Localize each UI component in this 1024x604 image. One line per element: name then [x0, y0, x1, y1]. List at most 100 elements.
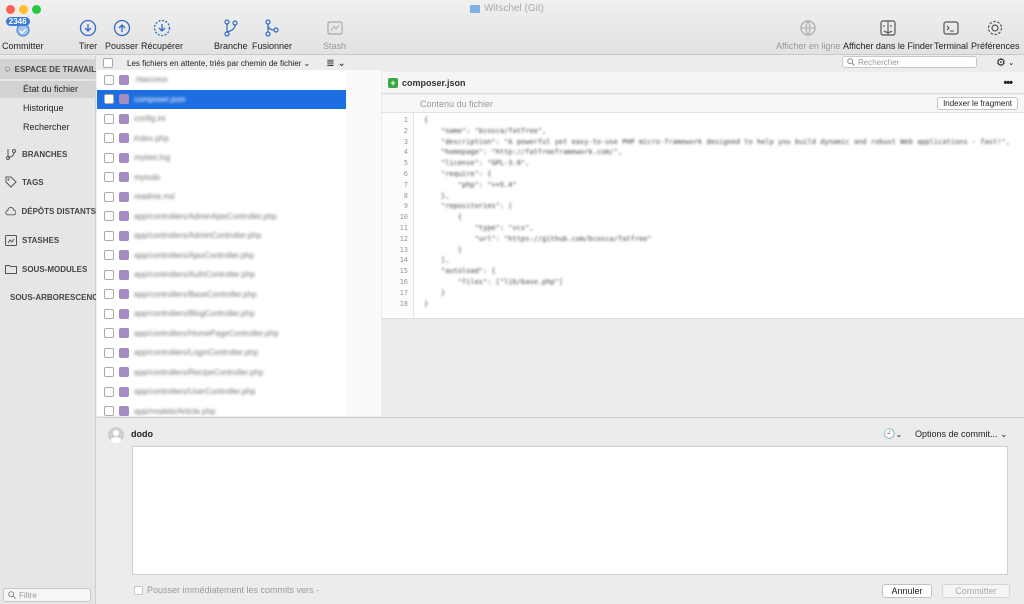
- sidebar-branches[interactable]: BRANCHES: [0, 144, 96, 164]
- file-row-main[interactable]: mytodo: [97, 168, 347, 187]
- search-icon: [8, 591, 16, 599]
- stage-file-checkbox[interactable]: [104, 133, 114, 143]
- sidebar-workspace[interactable]: ESPACE DE TRAVAIL: [0, 59, 96, 79]
- stage-file-checkbox[interactable]: [104, 289, 114, 299]
- terminal-button[interactable]: Terminal: [934, 18, 968, 51]
- file-row-main[interactable]: .htaccess: [97, 70, 347, 89]
- code-line: "repositories": [: [424, 202, 513, 211]
- push-button[interactable]: Pousser: [105, 18, 138, 51]
- file-row[interactable]: app/controllers/UserController.php•••: [97, 382, 380, 401]
- file-row[interactable]: .htaccess•••: [97, 70, 380, 89]
- stage-file-checkbox[interactable]: [104, 230, 114, 241]
- file-row-main[interactable]: app/models/Article.php: [97, 402, 347, 416]
- diff-more-button[interactable]: •••: [1003, 77, 1013, 89]
- sidebar-item-file-status[interactable]: État du fichier: [0, 81, 96, 98]
- close-window-button[interactable]: [6, 5, 15, 14]
- stage-file-checkbox[interactable]: [104, 172, 114, 182]
- preferences-button[interactable]: Préférences: [971, 18, 1020, 51]
- sidebar-item-history[interactable]: Historique: [23, 103, 64, 113]
- stage-file-checkbox[interactable]: [104, 347, 114, 358]
- file-row[interactable]: index.php•••: [97, 129, 380, 148]
- file-row[interactable]: readme.md•••: [97, 187, 380, 206]
- stage-file-checkbox[interactable]: [104, 308, 114, 319]
- stage-file-checkbox[interactable]: [104, 113, 114, 124]
- file-row-main[interactable]: composer.json: [97, 89, 347, 109]
- file-row[interactable]: app/controllers/AjaxController.php•••: [97, 246, 380, 265]
- file-row-main[interactable]: config.ini: [97, 109, 347, 128]
- fetch-button[interactable]: Récupérer: [141, 18, 183, 51]
- file-row-main[interactable]: app/controllers/UserController.php: [97, 382, 347, 401]
- cancel-button[interactable]: Annuler: [882, 584, 932, 598]
- file-row[interactable]: mytodo•••: [97, 168, 380, 187]
- sidebar-remotes[interactable]: DÉPÔTS DISTANTS: [0, 201, 96, 221]
- file-row[interactable]: app/controllers/HomePageController.php••…: [97, 324, 380, 343]
- preferences-label: Préférences: [971, 41, 1020, 51]
- stage-file-checkbox[interactable]: [104, 94, 114, 104]
- file-row-main[interactable]: app/controllers/RecipeController.php: [97, 363, 347, 382]
- show-in-finder-button[interactable]: Afficher dans le Finder: [843, 18, 933, 51]
- zoom-window-button[interactable]: [32, 5, 41, 14]
- commit-options-dropdown[interactable]: Options de commit... ⌄: [915, 429, 1008, 440]
- file-row-main[interactable]: app/controllers/LoginController.php: [97, 343, 347, 362]
- sidebar-stashes[interactable]: STASHES: [0, 230, 96, 250]
- file-row-main[interactable]: mylast.log: [97, 148, 347, 167]
- actions-gear-button[interactable]: ⚙ ⌄: [996, 56, 1015, 69]
- sidebar-filter-input[interactable]: Filtre: [3, 588, 91, 602]
- commit-message-textarea[interactable]: [132, 446, 1008, 575]
- merge-button[interactable]: Fusionner: [252, 18, 292, 51]
- stage-file-checkbox[interactable]: [104, 328, 114, 338]
- stage-file-checkbox[interactable]: [104, 386, 114, 397]
- file-row-main[interactable]: app/controllers/AdminAjaxController.php: [97, 207, 347, 226]
- stage-hunk-button[interactable]: Indexer le fragment: [937, 97, 1018, 110]
- stage-file-checkbox[interactable]: [104, 367, 114, 377]
- sidebar-subtrees[interactable]: SOUS-ARBORESCENCES: [0, 287, 96, 307]
- file-row[interactable]: app/controllers/AdminController.php•••: [97, 226, 380, 245]
- file-row[interactable]: mylast.log•••: [97, 148, 380, 167]
- code-line: "url": "https://github.com/bcosca/fatfre…: [424, 234, 652, 243]
- file-status-icon: [119, 191, 129, 202]
- sidebar-tags[interactable]: TAGS: [0, 172, 96, 192]
- file-row[interactable]: composer.json•••: [97, 89, 380, 109]
- file-name: app/controllers/AdminController.php: [134, 231, 262, 240]
- commit-history-button[interactable]: 🕘⌄: [883, 429, 902, 440]
- file-row[interactable]: app/controllers/BlogController.php•••: [97, 304, 380, 323]
- commit-submit-button[interactable]: Committer: [942, 584, 1010, 598]
- file-row-main[interactable]: index.php: [97, 129, 347, 148]
- file-row[interactable]: app/models/Article.php•••: [97, 402, 380, 416]
- stage-file-checkbox[interactable]: [104, 211, 114, 221]
- branch-button[interactable]: Branche: [214, 18, 248, 51]
- file-row-main[interactable]: app/controllers/AuthController.php: [97, 265, 347, 284]
- file-row[interactable]: app/controllers/AdminAjaxController.php•…: [97, 207, 380, 226]
- file-row[interactable]: config.ini•••: [97, 109, 380, 128]
- file-row-main[interactable]: app/controllers/BaseController.php: [97, 285, 347, 304]
- file-row[interactable]: app/controllers/BaseController.php•••: [97, 285, 380, 304]
- stage-file-checkbox[interactable]: [104, 406, 114, 416]
- file-list-sort-dropdown[interactable]: Les fichiers en attente, triés par chemi…: [127, 59, 310, 68]
- file-row-main[interactable]: app/controllers/HomePageController.php: [97, 324, 347, 343]
- sidebar-submodules[interactable]: SOUS-MODULES: [0, 259, 96, 279]
- stage-file-checkbox[interactable]: [104, 74, 114, 85]
- file-row-main[interactable]: app/controllers/AjaxController.php: [97, 246, 347, 265]
- sidebar-item-search[interactable]: Rechercher: [23, 122, 70, 132]
- stage-file-checkbox[interactable]: [104, 191, 114, 202]
- search-input[interactable]: Rechercher: [842, 56, 977, 68]
- gear-icon: ⚙: [996, 57, 1006, 69]
- commit-button[interactable]: 2346 Committer: [2, 17, 44, 51]
- pull-button[interactable]: Tirer: [78, 18, 98, 51]
- file-row[interactable]: app/controllers/LoginController.php•••: [97, 343, 380, 362]
- stash-button[interactable]: Stash: [323, 18, 346, 51]
- minimize-window-button[interactable]: [19, 5, 28, 14]
- stage-file-checkbox[interactable]: [104, 152, 114, 163]
- file-row[interactable]: app/controllers/RecipeController.php•••: [97, 363, 380, 382]
- stage-file-checkbox[interactable]: [104, 250, 114, 260]
- list-view-menu-icon[interactable]: ≣ ⌄: [326, 58, 346, 69]
- file-row[interactable]: app/controllers/AuthController.php•••: [97, 265, 380, 284]
- stage-file-checkbox[interactable]: [104, 269, 114, 280]
- file-row-main[interactable]: app/controllers/BlogController.php: [97, 304, 347, 323]
- file-row-main[interactable]: app/controllers/AdminController.php: [97, 226, 347, 245]
- open-remote-button[interactable]: Afficher en ligne: [776, 18, 840, 51]
- push-immediately-checkbox[interactable]: [134, 585, 143, 595]
- select-all-checkbox[interactable]: [103, 58, 113, 68]
- file-name: mytodo: [134, 172, 161, 182]
- file-row-main[interactable]: readme.md: [97, 187, 347, 206]
